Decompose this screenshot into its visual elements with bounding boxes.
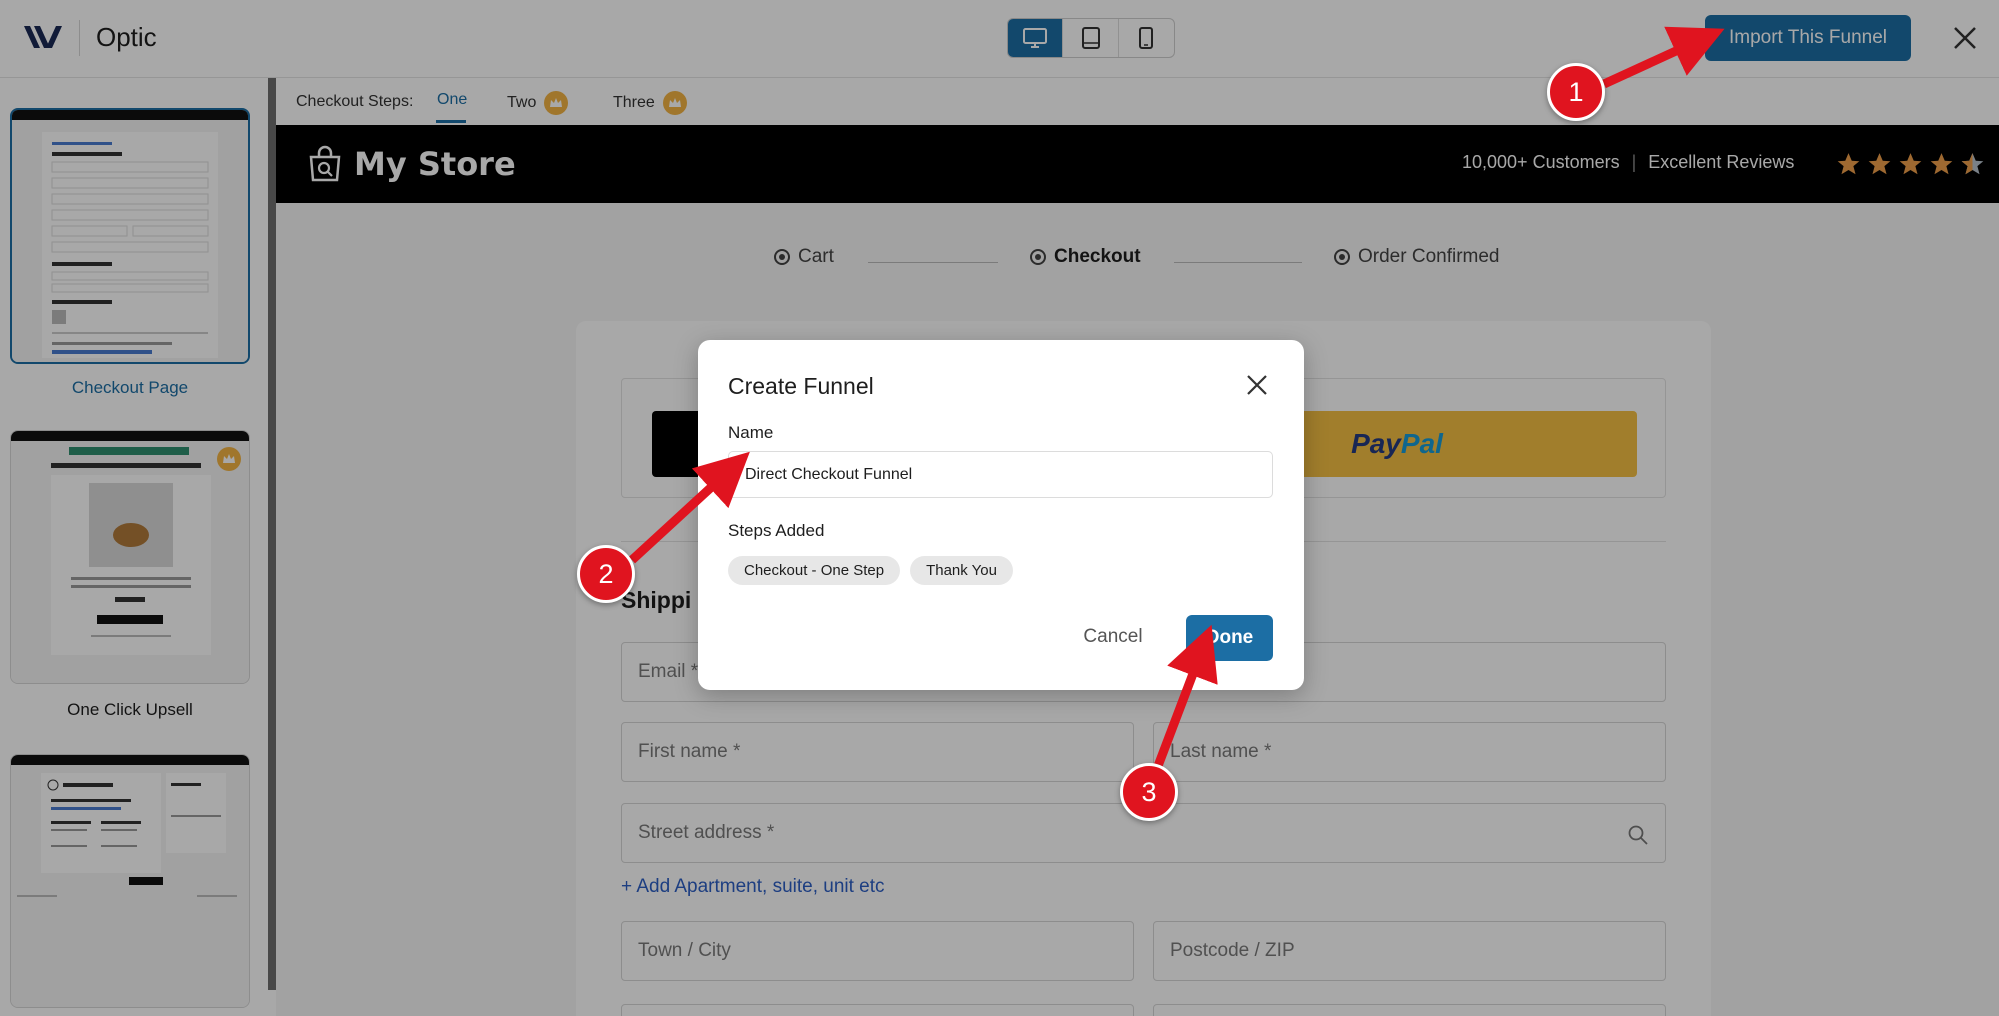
arrow-3 [1153,624,1218,768]
arrow-1 [1602,26,1725,89]
step-marker-2: 2 [577,545,635,603]
arrow-2 [628,451,750,564]
annotation-arrows [628,26,1725,768]
step-marker-3: 3 [1120,763,1178,821]
step-marker-1: 1 [1547,63,1605,121]
